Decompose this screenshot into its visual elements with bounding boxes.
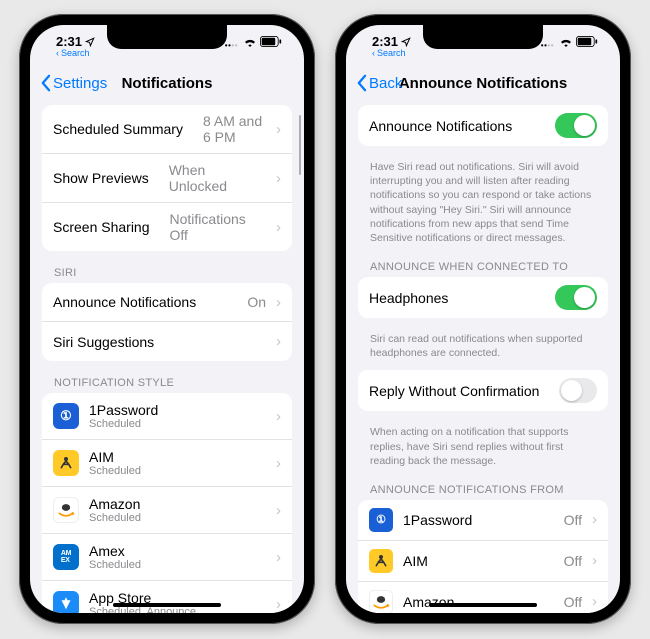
location-icon bbox=[401, 37, 411, 47]
app-name: Amazon bbox=[403, 594, 454, 610]
chevron-left-icon bbox=[40, 74, 51, 92]
app-subtitle: Scheduled bbox=[89, 465, 266, 478]
home-indicator[interactable] bbox=[429, 603, 537, 607]
app-icon bbox=[53, 497, 79, 523]
row-screen-sharing[interactable]: Screen SharingNotifications Off› bbox=[42, 203, 292, 251]
clock: 2:31 bbox=[372, 34, 398, 49]
app-icon bbox=[369, 590, 393, 613]
nav-bar: Back Announce Notifications bbox=[346, 63, 620, 103]
row-scheduled-summary[interactable]: Scheduled Summary8 AM and 6 PM› bbox=[42, 105, 292, 154]
group-apps: ①1PasswordScheduled›AIMScheduled›AmazonS… bbox=[42, 393, 292, 613]
row-reply-without-confirmation: Reply Without Confirmation bbox=[358, 370, 608, 411]
chevron-right-icon: › bbox=[592, 552, 597, 569]
group-siri: Announce NotificationsOn› Siri Suggestio… bbox=[42, 283, 292, 361]
breadcrumb-search[interactable]: ‹Search bbox=[56, 48, 95, 58]
app-icon: ① bbox=[53, 403, 79, 429]
app-icon: AMEX bbox=[53, 544, 79, 570]
app-subtitle: Scheduled bbox=[89, 418, 266, 431]
page-title: Notifications bbox=[122, 75, 213, 92]
chevron-right-icon: › bbox=[276, 333, 281, 350]
app-name: 1Password bbox=[89, 402, 266, 418]
location-icon bbox=[85, 37, 95, 47]
app-row[interactable]: AmazonScheduled › bbox=[42, 487, 292, 534]
wifi-icon bbox=[559, 37, 573, 47]
battery-icon bbox=[260, 36, 282, 47]
app-icon bbox=[53, 450, 79, 476]
app-subtitle: Scheduled bbox=[89, 559, 266, 572]
app-name: Amex bbox=[89, 543, 266, 559]
row-announce-notifications[interactable]: Announce NotificationsOn› bbox=[42, 283, 292, 322]
toggle-headphones[interactable] bbox=[555, 285, 597, 310]
chevron-right-icon: › bbox=[276, 170, 281, 187]
app-value: Off bbox=[564, 512, 582, 528]
chevron-right-icon: › bbox=[276, 502, 281, 519]
app-row[interactable]: ① 1Password Off › bbox=[358, 500, 608, 541]
app-icon bbox=[369, 549, 393, 573]
footer-announce: Have Siri read out notifications. Siri w… bbox=[358, 156, 608, 255]
breadcrumb-search[interactable]: ‹Search bbox=[372, 48, 411, 58]
app-value: Off bbox=[564, 553, 582, 569]
page-title: Announce Notifications bbox=[399, 75, 567, 92]
wifi-icon bbox=[243, 37, 257, 47]
scroll-indicator[interactable] bbox=[299, 115, 302, 175]
home-indicator[interactable] bbox=[113, 603, 221, 607]
chevron-right-icon: › bbox=[276, 121, 281, 138]
nav-bar: Settings Notifications bbox=[30, 63, 304, 103]
clock: 2:31 bbox=[56, 34, 82, 49]
row-siri-suggestions[interactable]: Siri Suggestions› bbox=[42, 322, 292, 361]
app-value: Off bbox=[564, 594, 582, 610]
back-button[interactable]: Settings bbox=[40, 74, 107, 92]
app-name: 1Password bbox=[403, 512, 472, 528]
chevron-right-icon: › bbox=[276, 219, 281, 236]
app-icon: ① bbox=[369, 508, 393, 532]
chevron-right-icon: › bbox=[276, 294, 281, 311]
group-summary: Scheduled Summary8 AM and 6 PM› Show Pre… bbox=[42, 105, 292, 251]
app-row[interactable]: ① 1PasswordScheduled › bbox=[42, 393, 292, 440]
header-notification-style: NOTIFICATION STYLE bbox=[42, 371, 292, 393]
app-name: AIM bbox=[89, 449, 266, 465]
row-announce-toggle: Announce Notifications bbox=[358, 105, 608, 146]
header-siri: SIRI bbox=[42, 261, 292, 283]
app-row[interactable]: Amazon Off › bbox=[358, 582, 608, 613]
row-headphones: Headphones bbox=[358, 277, 608, 318]
group-announce-apps: ①1PasswordOff›AIMOff›AmazonOff›AMEXAmexO… bbox=[358, 500, 608, 613]
chevron-right-icon: › bbox=[592, 511, 597, 528]
app-name: AIM bbox=[403, 553, 428, 569]
phone-left: 2:31 ‹Search Settings Notifications bbox=[19, 14, 315, 624]
notch bbox=[107, 25, 227, 49]
chevron-left-icon bbox=[356, 74, 367, 92]
chevron-right-icon: › bbox=[276, 549, 281, 566]
battery-icon bbox=[576, 36, 598, 47]
chevron-right-icon: › bbox=[276, 408, 281, 425]
app-name: Amazon bbox=[89, 496, 266, 512]
chevron-right-icon: › bbox=[276, 596, 281, 613]
app-row[interactable]: App StoreScheduled, Announce› bbox=[42, 581, 292, 613]
row-show-previews[interactable]: Show PreviewsWhen Unlocked› bbox=[42, 154, 292, 203]
chevron-right-icon: › bbox=[592, 593, 597, 610]
footer-reply: When acting on a notification that suppo… bbox=[358, 421, 608, 478]
header-connected: ANNOUNCE WHEN CONNECTED TO bbox=[358, 255, 608, 277]
header-announce-from: ANNOUNCE NOTIFICATIONS FROM bbox=[358, 478, 608, 500]
app-subtitle: Scheduled bbox=[89, 512, 266, 525]
phone-right: 2:31 ‹Search Back Announce Notifications bbox=[335, 14, 631, 624]
toggle-announce[interactable] bbox=[555, 113, 597, 138]
footer-headphones: Siri can read out notifications when sup… bbox=[358, 328, 608, 370]
app-row[interactable]: AIM Off › bbox=[358, 541, 608, 582]
back-button[interactable]: Back bbox=[356, 74, 402, 92]
toggle-reply[interactable] bbox=[559, 378, 597, 403]
chevron-right-icon: › bbox=[276, 455, 281, 472]
app-icon bbox=[53, 591, 79, 613]
app-row[interactable]: AIMScheduled › bbox=[42, 440, 292, 487]
app-row[interactable]: AMEX AmexScheduled › bbox=[42, 534, 292, 581]
notch bbox=[423, 25, 543, 49]
